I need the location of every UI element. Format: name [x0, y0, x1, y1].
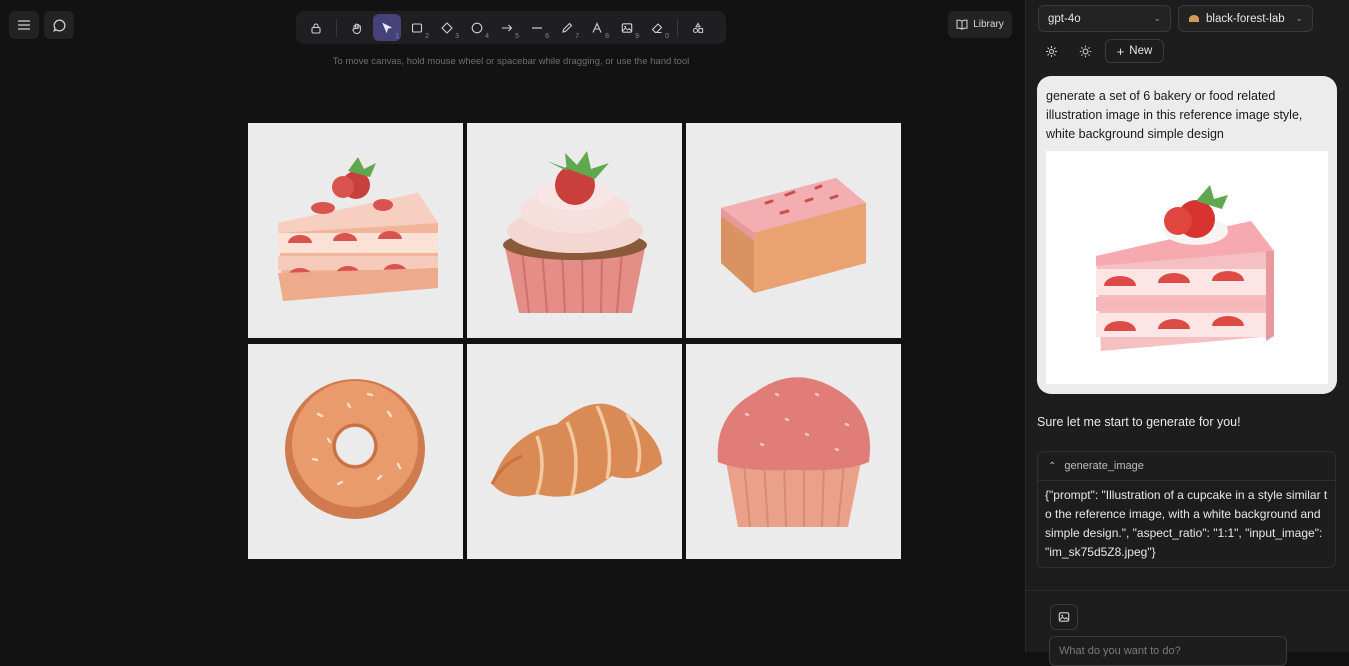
pencil-icon — [562, 22, 573, 33]
composer-divider — [1025, 590, 1349, 591]
tool-shortcut: 9 — [635, 33, 639, 40]
drawing-toolbar: 1 2 3 4 5 6 7 8 9 0 — [296, 11, 726, 44]
muffin-illustration — [717, 377, 871, 528]
tool-draw[interactable]: 7 — [553, 14, 581, 41]
image-model-value: black-forest-lab — [1206, 12, 1285, 25]
library-label: Library — [973, 19, 1004, 30]
new-chat-label: New — [1129, 45, 1153, 57]
tool-shortcut: 8 — [605, 33, 609, 40]
generated-image-muffin[interactable] — [686, 344, 901, 559]
generated-image-strawberry-cake[interactable] — [248, 123, 463, 338]
hand-icon — [352, 23, 361, 34]
tool-more-shapes[interactable] — [684, 14, 712, 41]
text-model-select[interactable]: gpt-4o ⌄ — [1038, 5, 1171, 32]
croissant-illustration — [490, 403, 662, 497]
toolbar-divider — [336, 18, 337, 37]
bread-icon — [1189, 14, 1199, 22]
library-button[interactable]: Library — [948, 11, 1012, 38]
tool-shortcut: 7 — [575, 33, 579, 40]
toolbar-divider — [677, 18, 678, 37]
chevron-down-icon: ⌄ — [1153, 13, 1161, 23]
canvas-hint: To move canvas, hold mouse wheel or spac… — [332, 56, 690, 67]
tool-call-name: generate_image — [1064, 460, 1144, 472]
tool-shortcut: 4 — [485, 33, 489, 40]
pound-cake-illustration — [721, 178, 866, 293]
assistant-message: Sure let me start to generate for you! — [1037, 415, 1241, 429]
chat-bubble-icon — [52, 19, 65, 32]
tool-arrow[interactable]: 5 — [493, 14, 521, 41]
tool-text[interactable]: 8 — [583, 14, 611, 41]
tool-eraser[interactable]: 0 — [643, 14, 671, 41]
strawberry-cake-illustration — [278, 157, 438, 301]
gear-icon — [1045, 45, 1057, 57]
cursor-icon — [382, 22, 393, 33]
reference-cake-illustration — [1096, 185, 1274, 351]
image-icon — [621, 22, 633, 33]
hamburger-icon — [18, 20, 30, 30]
line-icon — [532, 26, 542, 29]
generated-image-pound-cake[interactable] — [686, 123, 901, 338]
image-model-select[interactable]: black-forest-lab ⌄ — [1178, 5, 1313, 32]
chat-input[interactable] — [1049, 636, 1287, 666]
attach-image-button[interactable] — [1050, 604, 1078, 630]
diamond-icon — [441, 21, 453, 34]
settings-button[interactable] — [1039, 39, 1063, 63]
generated-image-donut[interactable] — [248, 344, 463, 559]
eraser-icon — [651, 22, 663, 33]
circle-icon — [471, 22, 483, 33]
image-upload-icon — [1058, 612, 1070, 622]
book-icon — [956, 19, 968, 30]
drawing-canvas[interactable]: 1 2 3 4 5 6 7 8 9 0 To move canvas, hold… — [0, 0, 1025, 652]
tool-image[interactable]: 9 — [613, 14, 641, 41]
text-icon — [592, 21, 602, 33]
cupcake-illustration — [503, 151, 647, 314]
sun-icon — [1079, 45, 1091, 57]
tool-call-arguments: {"prompt": "Illustration of a cupcake in… — [1045, 488, 1328, 559]
lock-icon — [311, 22, 321, 34]
plus-icon: + — [1116, 43, 1125, 59]
reference-image[interactable] — [1046, 151, 1328, 384]
text-model-value: gpt-4o — [1048, 12, 1081, 25]
tool-shortcut: 5 — [515, 33, 519, 40]
tool-ellipse[interactable]: 4 — [463, 14, 491, 41]
user-message: generate a set of 6 bakery or food relat… — [1037, 76, 1337, 394]
tool-line[interactable]: 6 — [523, 14, 551, 41]
chevron-down-icon: ⌄ — [1295, 13, 1303, 23]
tool-call-header[interactable]: ⌃ generate_image — [1038, 452, 1335, 481]
tool-shortcut: 0 — [665, 33, 669, 40]
tool-select[interactable]: 1 — [373, 14, 401, 41]
generated-image-cupcake[interactable] — [467, 123, 682, 338]
tool-call-card: ⌃ generate_image {"prompt": "Illustratio… — [1037, 451, 1336, 568]
theme-toggle-button[interactable] — [1073, 39, 1097, 63]
donut-illustration — [285, 379, 425, 519]
tool-shortcut: 6 — [545, 33, 549, 40]
arrow-icon — [502, 24, 513, 31]
tool-shortcut: 2 — [425, 33, 429, 40]
tool-shortcut: 3 — [455, 33, 459, 40]
new-chat-button[interactable]: + New — [1105, 39, 1164, 63]
chat-toggle-button[interactable] — [44, 11, 74, 39]
chevron-up-icon: ⌃ — [1048, 460, 1057, 472]
tool-shortcut: 1 — [395, 33, 399, 40]
tool-rectangle[interactable]: 2 — [403, 14, 431, 41]
user-message-text: generate a set of 6 bakery or food relat… — [1046, 89, 1303, 141]
generated-image-croissant[interactable] — [467, 344, 682, 559]
tool-lock[interactable] — [302, 14, 330, 41]
tool-hand[interactable] — [343, 14, 371, 41]
menu-button[interactable] — [9, 11, 39, 39]
tool-diamond[interactable]: 3 — [433, 14, 461, 41]
rectangle-icon — [411, 22, 423, 33]
shapes-icon — [693, 22, 704, 33]
